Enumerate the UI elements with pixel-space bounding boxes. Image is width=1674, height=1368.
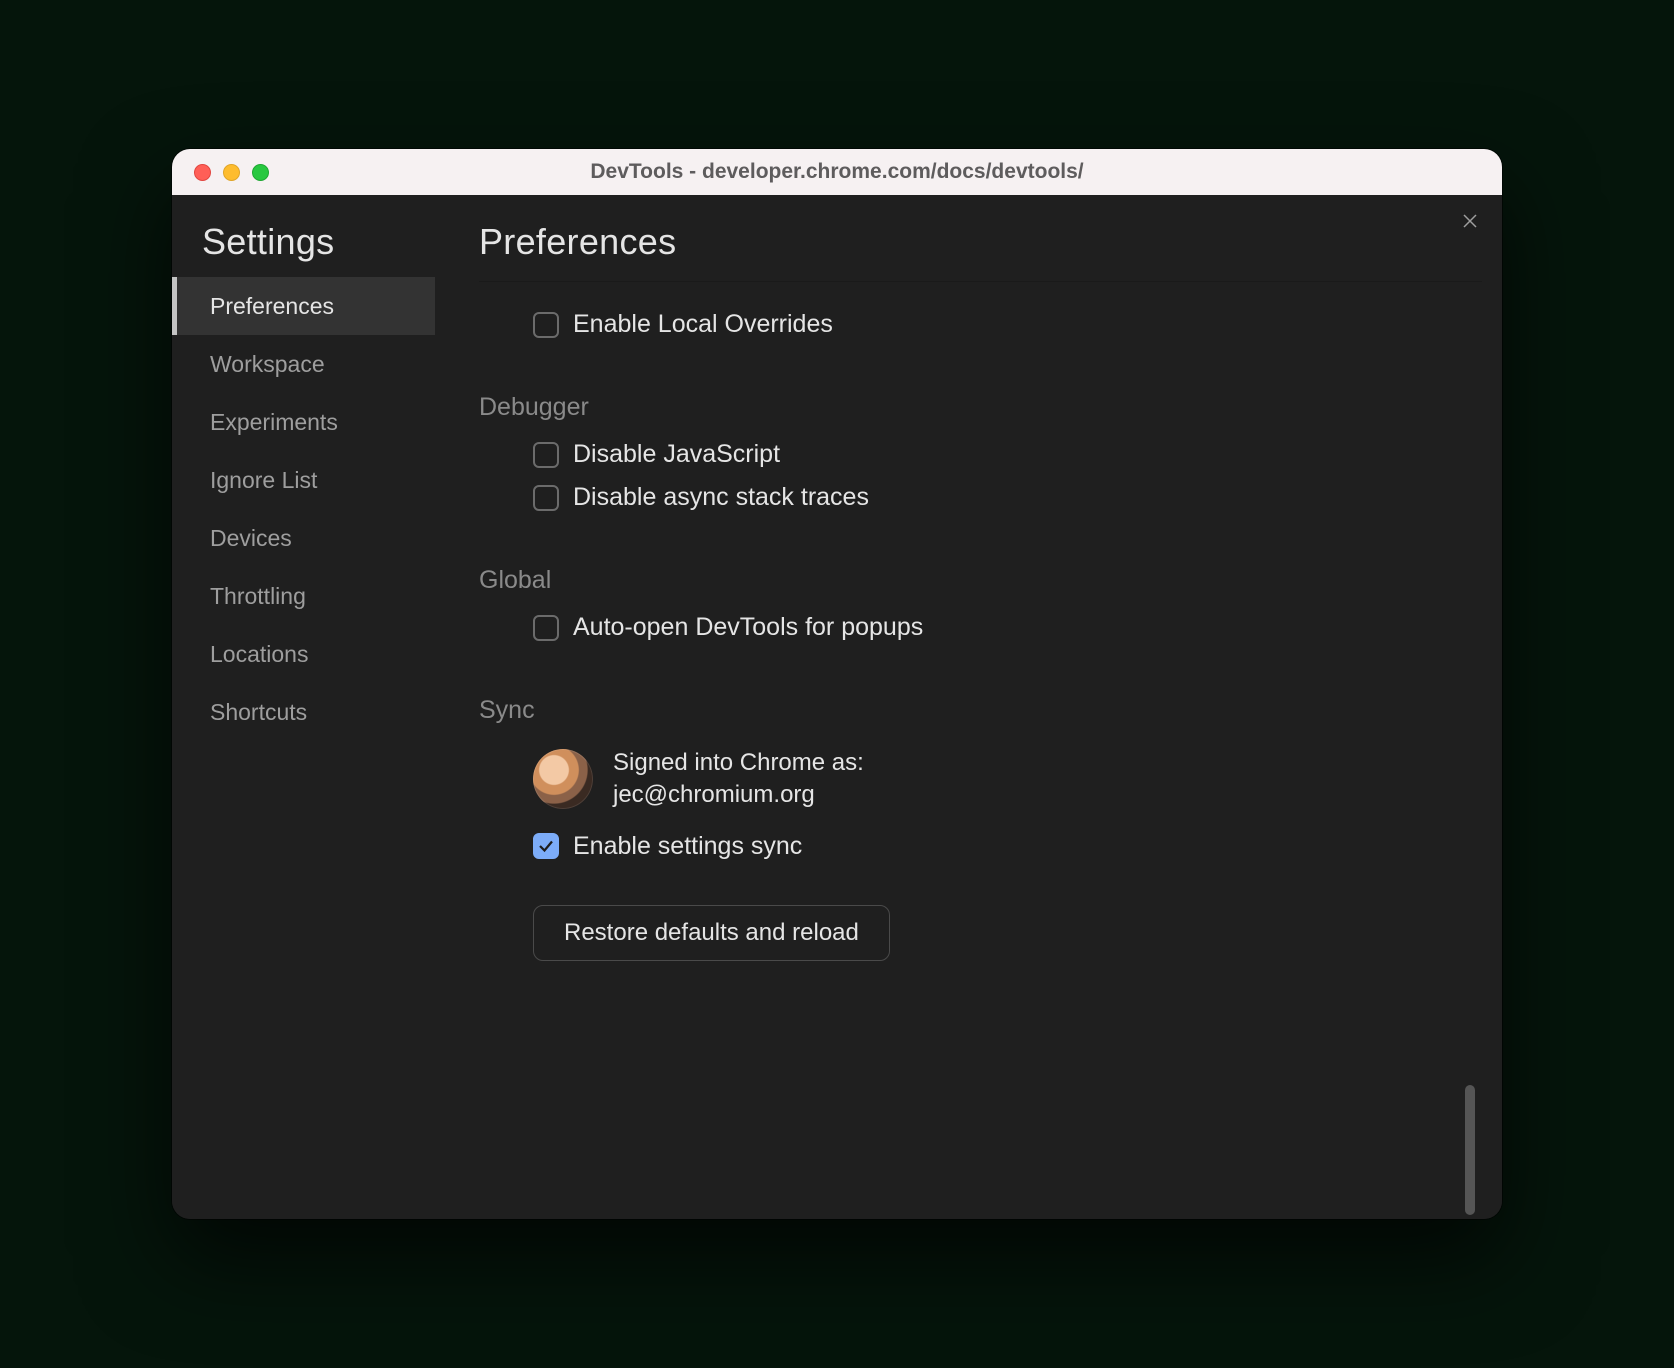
sidebar-item-shortcuts[interactable]: Shortcuts [172,683,435,741]
window-controls [172,164,269,181]
devtools-settings-window: DevTools - developer.chrome.com/docs/dev… [172,149,1502,1219]
avatar [533,749,593,809]
signed-in-account: jec@chromium.org [613,781,815,808]
checkbox-checked-icon [533,833,559,859]
section-heading-global: Global [479,520,1472,607]
scrollbar-thumb[interactable] [1465,1085,1475,1215]
pref-label: Disable JavaScript [573,440,780,469]
settings-main: Preferences Enable Local Overrides Debug… [435,195,1502,1219]
checkbox-icon [533,615,559,641]
sidebar-item-label: Preferences [210,293,334,320]
preferences-scroll-area: Enable Local Overrides Debugger Disable … [479,281,1482,1219]
sidebar-item-experiments[interactable]: Experiments [172,393,435,451]
zoom-window-button[interactable] [252,164,269,181]
minimize-window-button[interactable] [223,164,240,181]
sidebar-item-label: Ignore List [210,467,317,494]
sync-signed-in-row: Signed into Chrome as: jec@chromium.org [479,737,1472,826]
section-heading-debugger: Debugger [479,347,1472,434]
sidebar-item-preferences[interactable]: Preferences [172,277,435,335]
sidebar-item-throttling[interactable]: Throttling [172,567,435,625]
pref-enable-local-overrides[interactable]: Enable Local Overrides [479,304,1472,347]
settings-sidebar: Settings Preferences Workspace Experimen… [172,195,435,1219]
pref-disable-async-stack-traces[interactable]: Disable async stack traces [479,477,1472,520]
checkbox-icon [533,312,559,338]
titlebar: DevTools - developer.chrome.com/docs/dev… [172,149,1502,195]
checkbox-icon [533,485,559,511]
sidebar-item-label: Throttling [210,583,306,610]
sidebar-item-label: Shortcuts [210,699,307,726]
pref-label: Auto-open DevTools for popups [573,613,923,642]
sidebar-item-label: Experiments [210,409,338,436]
section-heading-sync: Sync [479,650,1472,737]
pref-label: Disable async stack traces [573,483,869,512]
pref-label: Enable Local Overrides [573,310,833,339]
sidebar-item-label: Workspace [210,351,325,378]
sidebar-item-devices[interactable]: Devices [172,509,435,567]
close-window-button[interactable] [194,164,211,181]
close-icon [1461,212,1479,230]
pref-auto-open-devtools-popups[interactable]: Auto-open DevTools for popups [479,607,1472,650]
pref-label: Enable settings sync [573,832,802,861]
checkmark-icon [537,837,555,855]
sidebar-item-locations[interactable]: Locations [172,625,435,683]
main-title: Preferences [479,221,1482,263]
restore-defaults-button[interactable]: Restore defaults and reload [533,905,890,961]
signed-in-text: Signed into Chrome as: jec@chromium.org [613,747,864,812]
scrollbar-track[interactable] [1462,286,1478,1215]
sidebar-title: Settings [172,221,435,277]
sidebar-item-workspace[interactable]: Workspace [172,335,435,393]
sidebar-item-ignore-list[interactable]: Ignore List [172,451,435,509]
close-settings-button[interactable] [1456,207,1484,235]
pref-disable-javascript[interactable]: Disable JavaScript [479,434,1472,477]
sidebar-item-label: Devices [210,525,292,552]
pref-enable-settings-sync[interactable]: Enable settings sync [479,826,1472,869]
checkbox-icon [533,442,559,468]
signed-in-prefix: Signed into Chrome as: [613,749,864,776]
sidebar-item-label: Locations [210,641,308,668]
window-title: DevTools - developer.chrome.com/docs/dev… [172,160,1502,184]
